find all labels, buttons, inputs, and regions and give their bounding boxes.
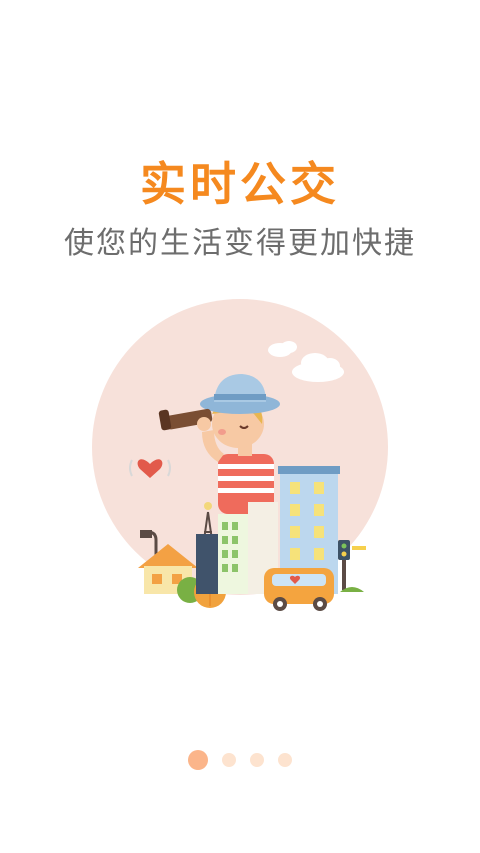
page-indicator[interactable] bbox=[0, 748, 480, 772]
onboarding-title: 实时公交 bbox=[140, 157, 340, 211]
page-dot-1[interactable] bbox=[188, 750, 208, 770]
onboarding-subtitle: 使您的生活变得更加快捷 bbox=[64, 226, 416, 261]
traffic-light bbox=[338, 540, 366, 590]
onboarding-illustration bbox=[92, 299, 388, 611]
page-dot-2[interactable] bbox=[222, 753, 236, 767]
green-building bbox=[218, 514, 250, 594]
page-dot-4[interactable] bbox=[278, 753, 292, 767]
bus-icon bbox=[264, 568, 334, 611]
dark-building bbox=[196, 534, 218, 594]
page-dot-3[interactable] bbox=[250, 753, 264, 767]
